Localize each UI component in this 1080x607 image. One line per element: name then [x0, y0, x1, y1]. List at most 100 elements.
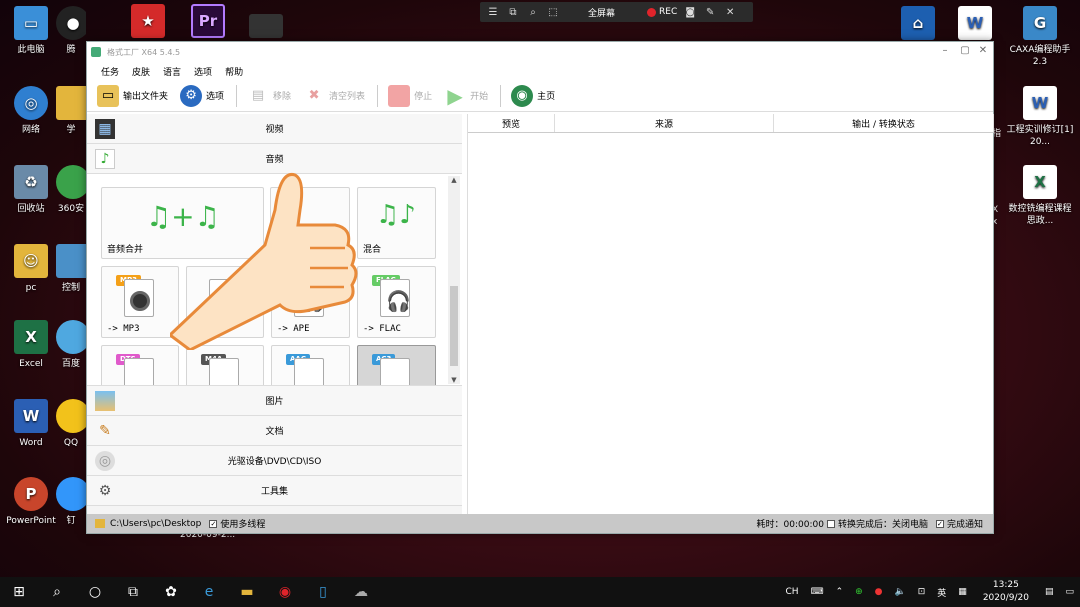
- scroll-thumb[interactable]: [450, 286, 458, 366]
- category-tools[interactable]: ⚙ 工具集: [87, 476, 462, 506]
- audio-merge-tile[interactable]: ♫+♫ 音频合并: [101, 187, 264, 259]
- qq-tray-icon[interactable]: ●: [875, 587, 883, 597]
- desktop-icon-label: 学: [66, 125, 76, 135]
- pen-icon[interactable]: ✎: [703, 7, 717, 18]
- menu-skin[interactable]: 皮肤: [132, 65, 150, 78]
- column-preview[interactable]: 预览: [468, 114, 555, 132]
- close-icon[interactable]: ✕: [723, 7, 737, 18]
- recorder-app-icon[interactable]: ◉: [266, 577, 304, 607]
- to-dts-tile[interactable]: DTS: [101, 345, 179, 385]
- crop-icon[interactable]: ⬚: [546, 7, 560, 18]
- keyboard-icon[interactable]: ⌨: [811, 587, 824, 597]
- stop-button[interactable]: 停止: [388, 84, 432, 107]
- chevron-up-icon[interactable]: ⌃: [836, 587, 844, 597]
- edge-icon[interactable]: e: [190, 577, 228, 607]
- to-ape-tile[interactable]: APE 🎧 -> APE: [271, 266, 350, 338]
- scroll-up-icon[interactable]: ▲: [448, 176, 460, 184]
- to-m4a-tile[interactable]: M4A: [186, 345, 264, 385]
- to-wma-tile[interactable]: -> WMA: [186, 266, 264, 338]
- category-video[interactable]: ▦ 视频: [87, 114, 462, 144]
- to-ac3-tile[interactable]: AC3: [357, 345, 436, 385]
- desktop-icon-pc-folder[interactable]: ☺ pc: [0, 244, 62, 294]
- network-icon[interactable]: ⊡: [918, 587, 926, 597]
- format-factory-taskbar-icon[interactable]: ☁: [342, 577, 380, 607]
- multithread-checkbox[interactable]: ✓: [209, 519, 218, 528]
- volume-icon[interactable]: 🔈: [895, 587, 906, 597]
- options-button[interactable]: ⚙ 选项: [180, 84, 225, 107]
- grid-scrollbar[interactable]: ▲ ▼: [448, 176, 460, 384]
- file-explorer-icon[interactable]: ▬: [228, 577, 266, 607]
- desktop-icon-dingtalk[interactable]: 钉: [56, 477, 86, 527]
- desktop-icon-recycle-bin[interactable]: ♻ 回收站: [0, 165, 62, 215]
- notify-checkbox[interactable]: ✓: [935, 519, 944, 528]
- desktop-icon-powerpoint[interactable]: P PowerPoint: [0, 477, 62, 527]
- window-icon[interactable]: ⧉: [506, 7, 520, 18]
- menu-help[interactable]: 帮助: [225, 65, 243, 78]
- menu-language[interactable]: 语言: [163, 65, 181, 78]
- audio-cut-tile[interactable]: [270, 187, 350, 259]
- close-icon[interactable]: ✕: [973, 45, 993, 56]
- fullscreen-mode-label[interactable]: 全屏幕: [588, 6, 615, 19]
- minimize-icon[interactable]: –: [935, 45, 955, 56]
- desktop-icon-video-thumb[interactable]: [246, 14, 286, 42]
- notification-icon[interactable]: ▭: [1065, 587, 1074, 597]
- desktop-icon-word[interactable]: W Word: [0, 399, 62, 449]
- notes-icon[interactable]: ▤: [1045, 587, 1054, 597]
- category-picture[interactable]: 图片: [87, 386, 462, 416]
- pinwheel-app-icon[interactable]: ✿: [152, 577, 190, 607]
- desktop-icon-premiere[interactable]: Pr: [188, 4, 228, 42]
- scroll-down-icon[interactable]: ▼: [448, 376, 460, 384]
- to-aac-tile[interactable]: AAC: [271, 345, 350, 385]
- tablet-app-icon[interactable]: ▯: [304, 577, 342, 607]
- desktop-icon-app-red[interactable]: ★: [128, 4, 168, 42]
- to-mp3-tile[interactable]: MP3 -> MP3: [101, 266, 179, 338]
- maximize-icon[interactable]: ▢: [955, 45, 975, 56]
- task-view-icon[interactable]: ⧉: [114, 577, 152, 607]
- grid-icon[interactable]: ▦: [958, 587, 967, 597]
- column-source[interactable]: 来源: [555, 114, 774, 132]
- clock[interactable]: 13:25 2020/9/20: [983, 579, 1029, 605]
- to-flac-tile[interactable]: FLAC 🎧 -> FLAC: [357, 266, 436, 338]
- cortana-icon[interactable]: ○: [76, 577, 114, 607]
- output-folder-button[interactable]: ▭ 输出文件夹: [97, 84, 168, 107]
- word-icon: W: [14, 399, 48, 433]
- desktop-icon-word-doc-top[interactable]: W: [950, 6, 1000, 44]
- desktop-icon-qq2[interactable]: QQ: [56, 399, 86, 449]
- desktop-icon-app-blue[interactable]: ⌂: [893, 6, 943, 44]
- desktop-icon-network[interactable]: ◎ 网络: [0, 86, 62, 136]
- windows-start-icon[interactable]: ⊞: [0, 577, 38, 607]
- clear-list-button[interactable]: ✖ 清空列表: [303, 85, 365, 107]
- output-path[interactable]: C:\Users\pc\Desktop: [110, 519, 201, 529]
- search-icon[interactable]: ⌕: [38, 577, 76, 607]
- desktop-icon-this-pc[interactable]: ▭ 此电脑: [0, 6, 62, 56]
- category-document[interactable]: ✎ 文档: [87, 416, 462, 446]
- desktop-icon-caxa[interactable]: G CAXA编程助手2.3: [1005, 6, 1075, 68]
- start-button[interactable]: ▶ 开始: [444, 84, 488, 108]
- home-button[interactable]: ◉ 主页: [511, 84, 555, 107]
- category-optical[interactable]: ◎ 光驱设备\DVD\CD\ISO: [87, 446, 462, 476]
- camera-icon[interactable]: ◙: [683, 7, 697, 18]
- desktop-icon-control-panel[interactable]: 控制: [56, 244, 86, 294]
- search-icon[interactable]: ⌕: [526, 7, 540, 18]
- desktop-icon-baidu[interactable]: 百度: [56, 320, 86, 370]
- desktop-icon-study[interactable]: 学: [56, 86, 86, 136]
- menu-task[interactable]: 任务: [101, 65, 119, 78]
- desktop-icon-360[interactable]: 360安: [56, 165, 86, 215]
- desktop-icon-excel-doc[interactable]: X 数控铣编程课程思政...: [1005, 165, 1075, 227]
- language-indicator[interactable]: 英: [937, 586, 946, 599]
- tray-app-icon[interactable]: ⊕: [855, 587, 863, 597]
- remove-button[interactable]: ▤ 移除: [247, 85, 291, 107]
- menu-options[interactable]: 选项: [194, 65, 212, 78]
- menu-icon[interactable]: ☰: [486, 7, 500, 18]
- desktop-icon-excel[interactable]: X Excel: [0, 320, 62, 370]
- column-output-status[interactable]: 输出 / 转换状态: [774, 114, 994, 132]
- elapsed-time: 耗时：00:00:00: [756, 520, 824, 530]
- after-convert-checkbox[interactable]: [826, 519, 835, 528]
- desktop-icon-qq[interactable]: ● 腾: [56, 6, 86, 56]
- desktop-icon-word-doc[interactable]: W 工程实训修订[1] 20...: [1005, 86, 1075, 148]
- options-label: 选项: [206, 92, 225, 102]
- category-audio[interactable]: ♪ 音频: [87, 144, 462, 174]
- input-method-indicator[interactable]: CH: [786, 587, 799, 597]
- rec-button[interactable]: REC: [659, 7, 677, 17]
- audio-mix-tile[interactable]: ♫♪ 混合: [357, 187, 436, 259]
